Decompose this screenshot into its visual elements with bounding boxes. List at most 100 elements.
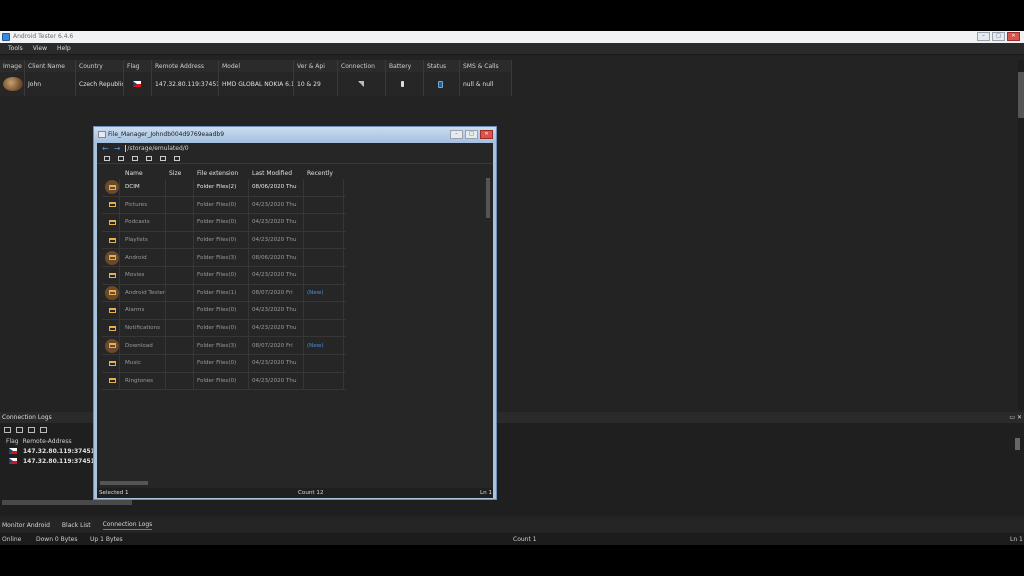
fm-file-recently: (New): [304, 284, 344, 302]
client-model: HMD GLOBAL NOKIA 6.1: [219, 72, 294, 96]
tab-monitor-android[interactable]: Monitor Android: [2, 522, 50, 530]
col-log-remote-address[interactable]: Remote-Address: [19, 438, 72, 445]
col-status[interactable]: Status: [424, 60, 460, 72]
file-manager-window: File_Manager_Johndb004d9769eaadb9 – □ ✕ …: [93, 126, 497, 500]
fm-file-modified: 08/06/2020 Thu: [249, 249, 304, 266]
clear-icon[interactable]: [40, 426, 47, 433]
status-line: Ln 1: [1010, 536, 1023, 543]
folder-icon: [105, 356, 119, 370]
bottom-tabs: Monitor Android Black List Connection Lo…: [0, 519, 1024, 532]
col-connection[interactable]: Connection: [338, 60, 386, 72]
fm-row[interactable]: Android Tester Folder Files(1) 08/07/2020 …: [102, 284, 346, 303]
status-up: Up 1 Bytes: [90, 536, 123, 543]
fm-title-bar[interactable]: File_Manager_Johndb004d9769eaadb9 – □ ✕: [94, 127, 496, 143]
folder-icon: [105, 303, 119, 317]
logs-vertical-scrollbar[interactable]: [1015, 438, 1020, 450]
fm-row[interactable]: Movies Folder Files(0) 04/23/2020 Thu: [102, 266, 346, 285]
main-scroll-thumb[interactable]: [1018, 72, 1024, 118]
fm-file-size: [166, 354, 194, 372]
folder-icon: [105, 338, 119, 353]
forward-arrow-icon[interactable]: →: [114, 144, 121, 153]
fm-file-name: Notifications: [120, 319, 166, 337]
fm-row[interactable]: DCIM Folder Files(2) 08/06/2020 Thu: [102, 179, 346, 197]
panel-controls[interactable]: ▭ ✕: [1009, 414, 1022, 421]
fm-row[interactable]: Android Folder Files(3) 08/06/2020 Thu: [102, 249, 346, 267]
fm-file-modified: 04/23/2020 Thu: [249, 319, 304, 337]
fm-file-recently: [304, 266, 344, 284]
fm-file-recently: [304, 196, 344, 214]
folder-icon: [105, 250, 119, 265]
window-title: Android Tester 6.4.6: [13, 33, 74, 40]
col-battery[interactable]: Battery: [386, 60, 424, 72]
fm-file-modified: 04/23/2020 Thu: [249, 302, 304, 319]
client-row[interactable]: John Czech Republic 147.32.80.119:37451 …: [0, 72, 512, 96]
col-log-flag[interactable]: Flag: [0, 438, 19, 445]
col-extension[interactable]: File extension: [194, 167, 249, 179]
fm-toolbar: [97, 154, 493, 164]
tab-black-list[interactable]: Black List: [62, 522, 91, 530]
delete-icon[interactable]: [104, 156, 110, 161]
col-remote-address[interactable]: Remote Address: [152, 60, 219, 72]
upload-icon[interactable]: [132, 156, 138, 161]
fm-row[interactable]: Music Folder Files(0) 04/23/2020 Thu: [102, 354, 346, 373]
fm-file-name: Podcasts: [120, 214, 166, 231]
filter-icon[interactable]: [4, 426, 11, 433]
back-arrow-icon[interactable]: ←: [102, 144, 109, 153]
col-name[interactable]: Name: [120, 167, 166, 179]
col-flag[interactable]: Flag: [124, 60, 152, 72]
fm-file-size: [166, 214, 194, 231]
logs-horizontal-scrollbar[interactable]: [2, 500, 132, 505]
fm-vertical-scrollbar[interactable]: [486, 178, 490, 218]
new-folder-icon[interactable]: [118, 156, 124, 161]
col-image[interactable]: Image: [0, 60, 25, 72]
fm-table-header: Name Size File extension Last Modified R…: [102, 167, 346, 179]
fm-row[interactable]: Notifications Folder Files(0) 04/23/2020 T…: [102, 319, 346, 338]
export-icon[interactable]: [28, 426, 35, 433]
main-scrollbar[interactable]: [1018, 60, 1024, 410]
maximize-button[interactable]: □: [992, 32, 1005, 41]
col-last-modified[interactable]: Last Modified: [249, 167, 304, 179]
fm-file-modified: 04/23/2020 Thu: [249, 372, 304, 390]
fm-file-size: [166, 284, 194, 302]
fm-minimize-button[interactable]: –: [450, 130, 463, 139]
title-bar: Android Tester 6.4.6 – □ ✕: [0, 31, 1024, 43]
save-icon[interactable]: [146, 156, 152, 161]
tab-connection-logs[interactable]: Connection Logs: [102, 521, 153, 530]
col-recently[interactable]: Recently: [304, 167, 344, 179]
sort-icon[interactable]: [16, 426, 23, 433]
col-ver-api[interactable]: Ver & Api: [294, 60, 338, 72]
fm-file-recently: (New): [304, 337, 344, 354]
col-country[interactable]: Country: [76, 60, 124, 72]
fm-status-line: Ln 1: [480, 490, 492, 496]
fm-path-input[interactable]: /storage/emulated/0: [125, 145, 189, 152]
menu-tools[interactable]: Tools: [8, 45, 23, 52]
col-model[interactable]: Model: [219, 60, 294, 72]
col-sms-calls[interactable]: SMS & Calls: [460, 60, 512, 72]
fm-window-icon: [98, 131, 106, 138]
fm-row[interactable]: Download Folder Files(3) 08/07/2020 Fri (Ne…: [102, 337, 346, 355]
folder-icon: [105, 233, 119, 247]
col-client-name[interactable]: Client Name: [25, 60, 76, 72]
fm-file-recently: [304, 249, 344, 266]
fm-file-name: Android Tester: [120, 284, 166, 302]
fullscreen-icon[interactable]: [160, 156, 166, 161]
fm-row[interactable]: Alarms Folder Files(0) 04/23/2020 Thu: [102, 302, 346, 320]
fm-horizontal-scrollbar[interactable]: [100, 481, 148, 485]
czech-flag-icon: [9, 448, 17, 454]
camera-icon[interactable]: [174, 156, 180, 161]
fm-file-extension: Folder Files(0): [194, 354, 249, 372]
fm-title: File_Manager_Johndb004d9769eaadb9: [108, 131, 225, 138]
close-button[interactable]: ✕: [1007, 32, 1020, 41]
fm-row[interactable]: Ringtones Folder Files(0) 04/23/2020 Thu: [102, 372, 346, 391]
fm-file-modified: 04/23/2020 Thu: [249, 354, 304, 372]
fm-row[interactable]: Pictures Folder Files(0) 04/23/2020 Thu: [102, 196, 346, 215]
minimize-button[interactable]: –: [977, 32, 990, 41]
menu-view[interactable]: View: [33, 45, 47, 52]
fm-row[interactable]: Playlists Folder Files(0) 04/23/2020 Thu: [102, 231, 346, 250]
fm-maximize-button[interactable]: □: [465, 130, 478, 139]
fm-row[interactable]: Podcasts Folder Files(0) 04/23/2020 Thu: [102, 214, 346, 232]
menu-help[interactable]: Help: [57, 45, 71, 52]
col-size[interactable]: Size: [166, 167, 194, 179]
fm-close-button[interactable]: ✕: [480, 130, 493, 139]
fm-file-extension: Folder Files(0): [194, 302, 249, 319]
